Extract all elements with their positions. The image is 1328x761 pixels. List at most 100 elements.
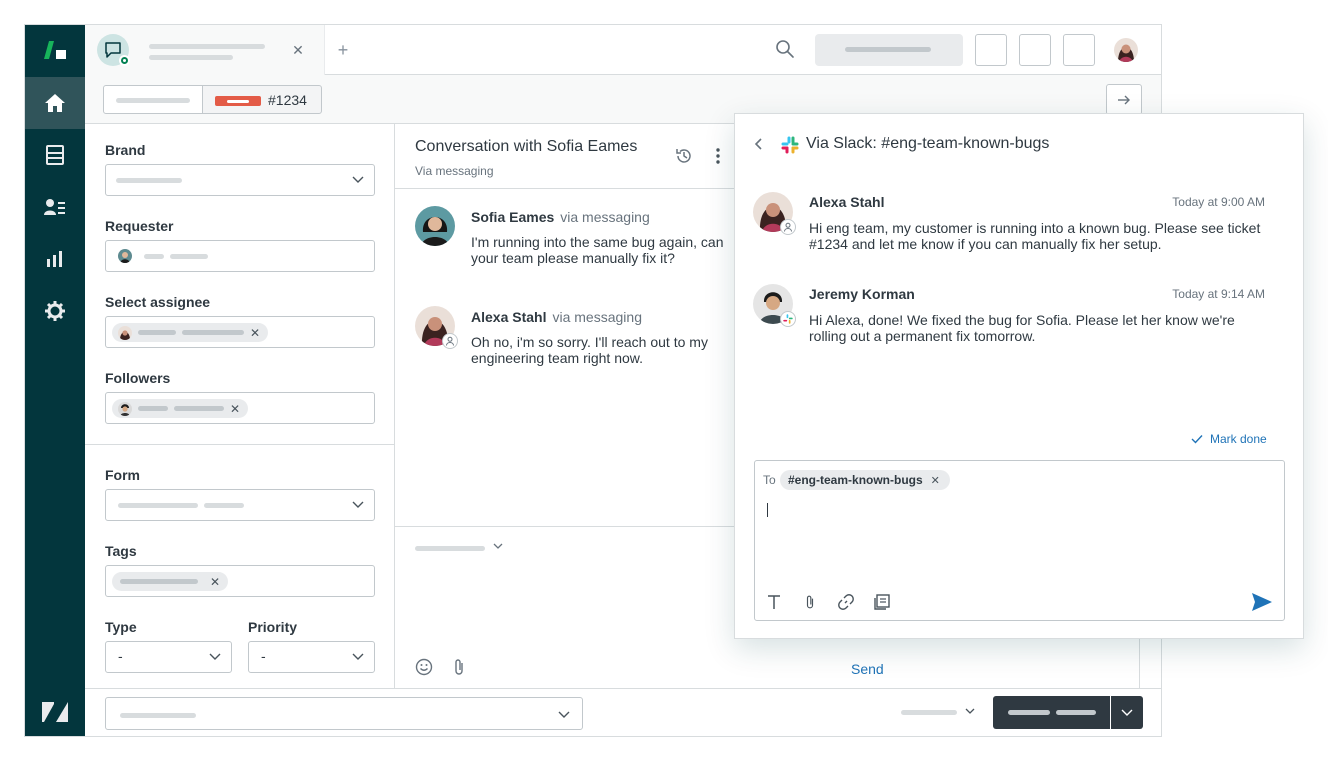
search-field[interactable] (815, 34, 963, 66)
message-author: Sofia Eames via messaging (471, 209, 650, 225)
more-options-icon[interactable] (716, 147, 720, 165)
check-icon (1191, 435, 1203, 444)
tag-chip: ✕ (112, 572, 229, 591)
channel-selector-placeholder (415, 546, 485, 551)
slack-message: Alexa Stahl Today at 9:00 AM Hi eng team… (753, 192, 1273, 252)
sofia-avatar (415, 206, 455, 246)
chevron-down-icon (352, 176, 364, 183)
conversation-message: Sofia Eames via messaging I'm running int… (415, 206, 735, 266)
submit-options-button[interactable] (1111, 696, 1143, 729)
conversation-title: Conversation with Sofia Eames (415, 138, 638, 155)
agent-badge-icon (780, 219, 796, 235)
requester-name-placeholder (144, 254, 164, 259)
back-chevron-icon[interactable] (751, 134, 767, 154)
requester-avatar (118, 249, 132, 263)
to-label: To (763, 473, 776, 487)
message-author-name: Sofia Eames (471, 209, 555, 225)
remove-recipient-icon[interactable]: ✕ (931, 474, 940, 487)
form-select[interactable] (105, 489, 375, 521)
emoji-icon[interactable] (415, 658, 433, 676)
macro-placeholder (120, 713, 196, 718)
toolbar-button-3[interactable] (1063, 34, 1095, 66)
message-author: Alexa Stahl (809, 194, 885, 210)
close-tab-placeholder[interactable] (901, 710, 957, 715)
follower-chip: ✕ (112, 399, 249, 418)
follower-placeholder (138, 406, 168, 411)
form-label: Form (105, 467, 140, 483)
mark-done-label: Mark done (1210, 432, 1267, 446)
conversation-subtitle: Via messaging (415, 164, 494, 178)
attachment-icon[interactable] (453, 658, 465, 676)
chevron-down-icon[interactable] (965, 708, 975, 715)
toolbar-button-2[interactable] (1019, 34, 1051, 66)
product-logo-icon[interactable] (25, 25, 85, 75)
arrow-right-icon (1118, 95, 1130, 105)
views-icon[interactable] (25, 129, 85, 181)
requester-field[interactable] (105, 240, 375, 272)
priority-value: - (261, 648, 266, 664)
ticket-tab[interactable]: ✕ (85, 25, 325, 75)
followers-field[interactable]: ✕ (105, 392, 375, 424)
top-bar: ✕ + (85, 25, 1161, 75)
slack-reply-box[interactable]: To #eng-team-known-bugs ✕ (754, 460, 1285, 621)
chevron-down-icon[interactable] (493, 543, 503, 550)
toolbar-button-1[interactable] (975, 34, 1007, 66)
priority-select[interactable]: - (248, 641, 375, 673)
history-icon[interactable] (675, 147, 693, 165)
apply-macro-select[interactable] (105, 697, 583, 730)
tags-field[interactable]: ✕ (105, 565, 375, 597)
recipient-channel: #eng-team-known-bugs (788, 473, 923, 487)
slack-logo-icon (781, 136, 799, 154)
customers-icon[interactable] (25, 181, 85, 233)
reporting-icon[interactable] (25, 233, 85, 285)
assignee-avatar (118, 325, 132, 340)
message-timestamp: Today at 9:00 AM (1172, 195, 1265, 209)
chevron-down-icon (209, 653, 221, 660)
settings-gear-icon[interactable] (25, 285, 85, 337)
brand-value-placeholder (116, 178, 182, 183)
text-cursor (767, 503, 768, 517)
online-status-icon (119, 55, 130, 66)
message-text: Hi eng team, my customer is running into… (809, 220, 1261, 252)
home-icon[interactable] (25, 77, 85, 129)
assignee-field[interactable]: ✕ (105, 316, 375, 348)
brand-select[interactable] (105, 164, 375, 196)
chevron-down-icon (352, 501, 364, 508)
zendesk-logo-icon[interactable] (25, 686, 85, 736)
next-ticket-button[interactable] (1106, 84, 1142, 115)
send-button[interactable]: Send (851, 661, 884, 677)
attachment-icon[interactable] (800, 592, 820, 612)
knowledge-icon[interactable] (872, 592, 892, 612)
text-format-icon[interactable] (764, 592, 784, 612)
submit-status-placeholder (1055, 710, 1096, 715)
chevron-down-icon (1121, 709, 1133, 716)
section-divider (85, 444, 395, 445)
remove-assignee-icon[interactable]: ✕ (250, 326, 260, 340)
link-icon[interactable] (836, 592, 856, 612)
remove-follower-icon[interactable]: ✕ (230, 402, 240, 416)
breadcrumb-ticket[interactable]: #1234 (202, 85, 322, 114)
tab-close-icon[interactable]: ✕ (289, 41, 307, 59)
type-select[interactable]: - (105, 641, 232, 673)
assignee-label: Select assignee (105, 294, 211, 310)
type-label: Type (105, 619, 137, 635)
search-icon[interactable] (775, 39, 795, 64)
send-icon[interactable] (1251, 592, 1273, 612)
assignee-group-placeholder (182, 330, 244, 335)
user-avatar[interactable] (1114, 38, 1138, 62)
tags-label: Tags (105, 543, 137, 559)
side-conversation-title: Via Slack: #eng-team-known-bugs (806, 135, 1050, 152)
add-tab-icon[interactable]: + (329, 39, 357, 61)
brand-label: Brand (105, 142, 146, 158)
remove-tag-icon[interactable]: ✕ (210, 575, 220, 589)
agent-badge-icon (442, 333, 458, 349)
message-channel: via messaging (560, 209, 650, 225)
bottom-bar (85, 688, 1161, 736)
message-timestamp: Today at 9:14 AM (1172, 287, 1265, 301)
follower-avatar (118, 401, 132, 416)
breadcrumb-view[interactable] (103, 85, 203, 114)
submit-button[interactable] (993, 696, 1110, 729)
mark-done-button[interactable]: Mark done (1191, 432, 1267, 446)
breadcrumb-placeholder (116, 98, 190, 103)
ticket-properties: Brand Requester Select assignee ✕ Follow… (85, 124, 395, 688)
